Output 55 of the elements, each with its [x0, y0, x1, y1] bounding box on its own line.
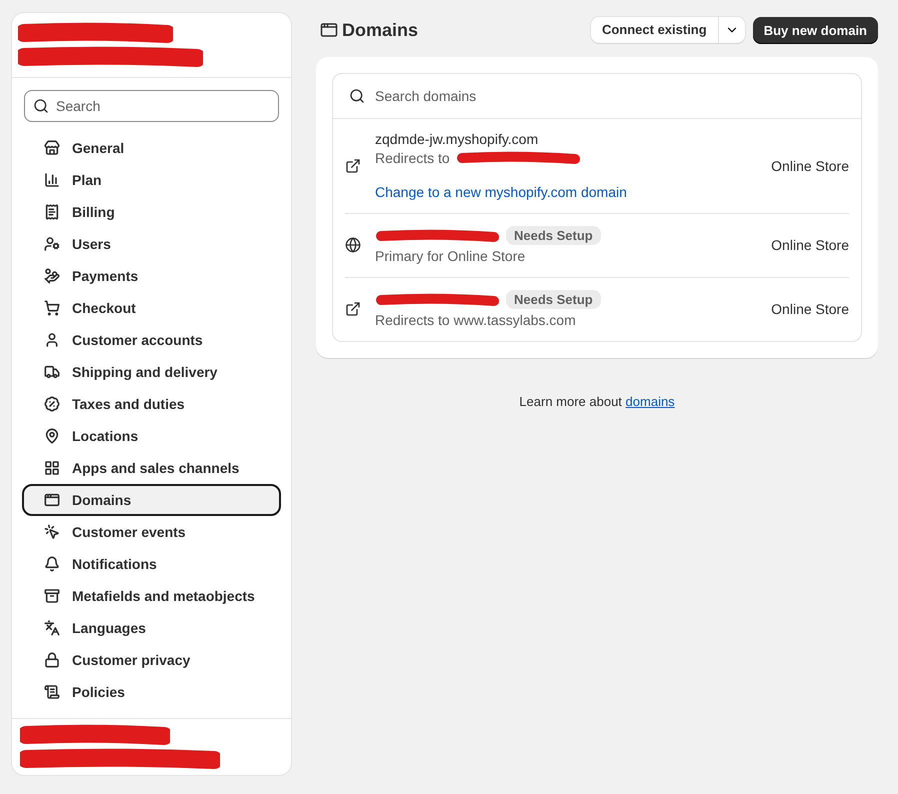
nav-item[interactable]: Apps and sales channels	[22, 452, 281, 484]
nav-item[interactable]: Languages	[22, 612, 281, 644]
buy-button[interactable]: Buy new domain	[752, 16, 878, 44]
window-icon	[44, 492, 60, 508]
lock-icon	[44, 652, 60, 668]
nav-item[interactable]: Metafields and metaobjects	[22, 580, 281, 612]
nav-item[interactable]: Payments	[22, 260, 281, 292]
grid-icon	[44, 460, 60, 476]
domain-note: Redirects to www.tassylabs.com	[375, 312, 576, 328]
sales-channel: Online Store	[771, 237, 849, 253]
sales-channel: Online Store	[771, 158, 849, 174]
map-pin-icon	[44, 428, 60, 444]
change-domain-link[interactable]: Change to a new myshopify.com domain	[375, 184, 758, 200]
search-icon	[349, 88, 365, 104]
nav-item[interactable]: Users	[22, 228, 281, 260]
help-text: Learn more about domains	[518, 394, 676, 409]
percent-badge-icon	[44, 396, 60, 412]
pointer-click-icon	[44, 524, 60, 540]
nav-item[interactable]: Notifications	[22, 548, 281, 580]
scroll-icon	[44, 684, 60, 700]
status-badge: Needs Setup	[506, 290, 601, 309]
bar-chart-icon	[44, 172, 60, 188]
globe-icon	[345, 237, 361, 253]
truck-icon	[44, 364, 60, 380]
nav-item[interactable]: Plan	[22, 164, 281, 196]
store-icon	[44, 140, 60, 156]
window-icon	[320, 21, 338, 39]
nav-item[interactable]: Shipping and delivery	[22, 356, 281, 388]
nav-item[interactable]: Checkout	[22, 292, 281, 324]
nav-item[interactable]: General	[22, 132, 281, 164]
nav-item[interactable]: Domains	[22, 484, 281, 516]
nav-item[interactable]: Policies	[22, 676, 281, 708]
search-field[interactable]: Search	[24, 90, 279, 122]
bell-icon	[44, 556, 60, 572]
domain-note: Primary for Online Store	[375, 248, 526, 264]
nav-item[interactable]: Billing	[22, 196, 281, 228]
nav-item[interactable]: Customer events	[22, 516, 281, 548]
nav-item[interactable]: Taxes and duties	[22, 388, 281, 420]
nav-item[interactable]: Customer privacy	[22, 644, 281, 676]
cart-icon	[44, 300, 60, 316]
page-title: Domains	[342, 20, 418, 40]
hand-coins-icon	[44, 268, 60, 284]
nav-item[interactable]: Customer accounts	[22, 324, 281, 356]
domain-name: zqdmde-jw.myshopify.com	[375, 131, 538, 147]
user-icon	[44, 236, 60, 252]
search-icon	[33, 98, 49, 114]
receipt-icon	[44, 204, 60, 220]
sales-channel: Online Store	[771, 301, 849, 317]
languages-icon	[44, 620, 60, 636]
domain-note: Redirects to	[375, 150, 450, 166]
archive-icon	[44, 588, 60, 604]
person-icon	[44, 332, 60, 348]
status-badge: Needs Setup	[506, 226, 601, 245]
domains-link[interactable]: domains	[626, 394, 675, 409]
nav-item[interactable]: Locations	[22, 420, 281, 452]
